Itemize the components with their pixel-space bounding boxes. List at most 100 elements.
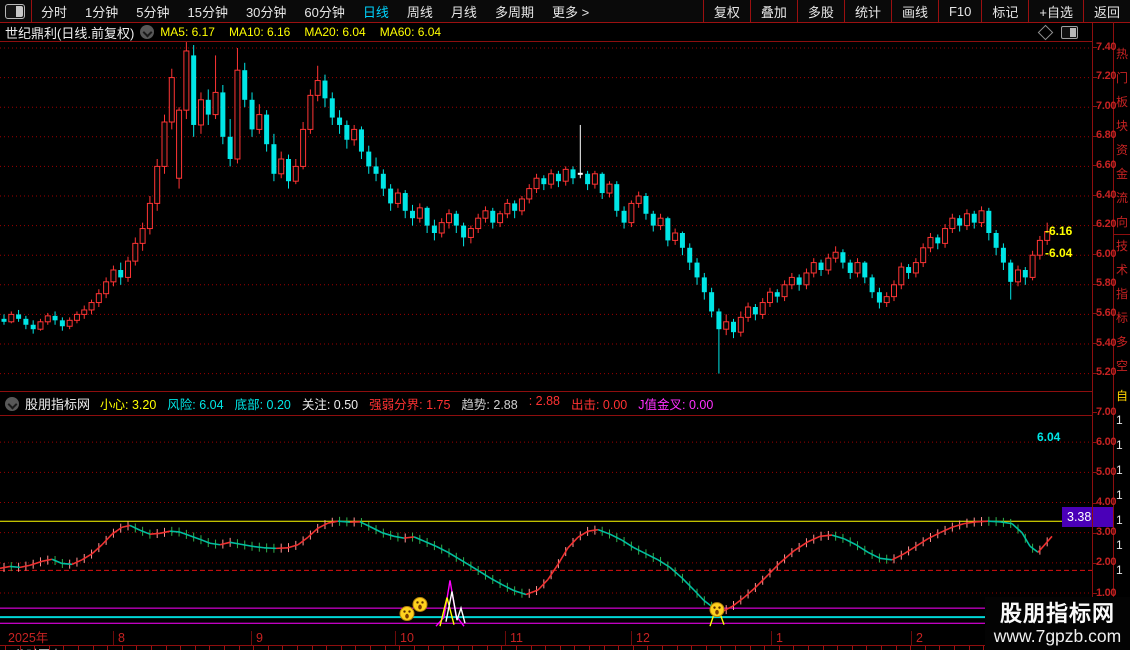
button-+自选[interactable]: +自选 bbox=[1028, 0, 1083, 22]
axis-tick bbox=[1092, 284, 1097, 285]
year-label: 2025年 bbox=[8, 631, 48, 645]
tab-日线[interactable]: 日线 bbox=[354, 2, 398, 21]
tab-多周期[interactable]: 多周期 bbox=[486, 2, 543, 21]
lower-indicator-panel[interactable] bbox=[0, 415, 1092, 630]
week-tick bbox=[151, 646, 152, 650]
main-axis-label: 6.00 bbox=[1096, 248, 1130, 260]
ma-value: MA10: 6.16 bbox=[229, 25, 290, 39]
tab-60分钟[interactable]: 60分钟 bbox=[295, 2, 353, 21]
button-统计[interactable]: 统计 bbox=[844, 0, 891, 22]
period-tabs: 分时1分钟5分钟15分钟30分钟60分钟日线周线月线多周期更多 > bbox=[32, 2, 598, 21]
axis-tick bbox=[1092, 503, 1097, 504]
indicator-field: 底部: 0.20 bbox=[235, 394, 291, 413]
sidebar-item-clipped[interactable]: 指 bbox=[1116, 288, 1130, 300]
week-tick bbox=[501, 646, 502, 650]
week-tick bbox=[662, 646, 663, 650]
tab-月线[interactable]: 月线 bbox=[442, 2, 486, 21]
diamond-icon[interactable] bbox=[1038, 24, 1054, 40]
main-axis-label: 6.60 bbox=[1096, 159, 1130, 171]
axis-tick bbox=[1092, 195, 1097, 196]
month-label: 8 bbox=[118, 631, 125, 645]
week-tick bbox=[326, 646, 327, 650]
week-tick bbox=[63, 646, 64, 650]
tab-更多 >[interactable]: 更多 > bbox=[543, 2, 598, 21]
month-tick bbox=[395, 631, 396, 645]
axis-tick bbox=[1092, 593, 1097, 594]
ma-value: MA5: 6.17 bbox=[160, 25, 215, 39]
week-tick bbox=[5, 646, 6, 650]
week-tick bbox=[93, 646, 94, 650]
main-axis-label: 5.80 bbox=[1096, 277, 1130, 289]
axis-tick bbox=[1092, 136, 1097, 137]
sidebar-item-clipped[interactable]: 资 bbox=[1116, 144, 1130, 156]
week-tick bbox=[166, 646, 167, 650]
button-返回[interactable]: 返回 bbox=[1083, 0, 1130, 22]
week-tick bbox=[122, 646, 123, 650]
tab-5分钟[interactable]: 5分钟 bbox=[127, 2, 178, 21]
lower-axis-label: 3.00 bbox=[1096, 526, 1130, 538]
week-tick bbox=[793, 646, 794, 650]
week-tick bbox=[881, 646, 882, 650]
axis-tick bbox=[1092, 412, 1097, 413]
main-axis-label: 6.40 bbox=[1096, 189, 1130, 201]
price-tag-604: -6.04 bbox=[1045, 246, 1072, 260]
tab-1分钟[interactable]: 1分钟 bbox=[76, 2, 127, 21]
week-tick bbox=[910, 646, 911, 650]
axis-tick bbox=[1092, 165, 1097, 166]
axis-tick bbox=[1092, 77, 1097, 78]
watermark: 股朋指标网 www.7gpzb.com bbox=[985, 597, 1130, 650]
symbol-title[interactable]: 世纪鼎利(日线.前复权) bbox=[5, 23, 134, 42]
week-tick bbox=[633, 646, 634, 650]
button-多股[interactable]: 多股 bbox=[797, 0, 844, 22]
window-icon[interactable] bbox=[5, 4, 25, 19]
axis-tick bbox=[1092, 47, 1097, 48]
week-tick bbox=[545, 646, 546, 650]
indicator-field: 风险: 6.04 bbox=[167, 394, 223, 413]
tab-30分钟[interactable]: 30分钟 bbox=[237, 2, 295, 21]
button-F10[interactable]: F10 bbox=[938, 0, 981, 22]
month-label: 11 bbox=[510, 631, 523, 645]
button-叠加[interactable]: 叠加 bbox=[750, 0, 797, 22]
tab-15分钟[interactable]: 15分钟 bbox=[178, 2, 236, 21]
week-tick bbox=[823, 646, 824, 650]
indicator-field: 强弱分界: 1.75 bbox=[369, 394, 450, 413]
week-tick bbox=[385, 646, 386, 650]
week-tick bbox=[677, 646, 678, 650]
axis-tick bbox=[1092, 343, 1097, 344]
emoji-face bbox=[710, 603, 724, 617]
week-tick bbox=[706, 646, 707, 650]
top-toolbar: 分时1分钟5分钟15分钟30分钟60分钟日线周线月线多周期更多 > 复权叠加多股… bbox=[0, 0, 1130, 23]
panel-toggle-icon[interactable] bbox=[1061, 26, 1078, 39]
button-复权[interactable]: 复权 bbox=[703, 0, 750, 22]
date-axis: 2025年 8910111212 bbox=[0, 631, 1092, 646]
axis-tick bbox=[1092, 373, 1097, 374]
toolbar-actions: 复权叠加多股统计画线F10标记+自选返回 bbox=[703, 0, 1130, 22]
main-axis-label: 7.20 bbox=[1096, 70, 1130, 82]
title-row: 世纪鼎利(日线.前复权) MA5: 6.17MA10: 6.16MA20: 6.… bbox=[0, 23, 1092, 41]
tab-周线[interactable]: 周线 bbox=[398, 2, 442, 21]
month-tick bbox=[251, 631, 252, 645]
week-tick bbox=[34, 646, 35, 650]
sidebar-divider bbox=[1114, 234, 1130, 235]
week-tick bbox=[750, 646, 751, 650]
chevron-down-icon[interactable] bbox=[140, 25, 154, 39]
button-画线[interactable]: 画线 bbox=[891, 0, 938, 22]
chevron-down-icon[interactable] bbox=[5, 397, 19, 411]
button-标记[interactable]: 标记 bbox=[981, 0, 1028, 22]
ma-values: MA5: 6.17MA10: 6.16MA20: 6.04MA60: 6.04 bbox=[160, 25, 455, 39]
sidebar-item-clipped[interactable]: 术 bbox=[1116, 264, 1130, 276]
indicator-field: 小心: 3.20 bbox=[100, 394, 156, 413]
week-tick bbox=[779, 646, 780, 650]
week-tick bbox=[399, 646, 400, 650]
week-tick bbox=[180, 646, 181, 650]
corner-icons bbox=[1040, 24, 1090, 40]
sidebar-item-favorites[interactable]: 自 bbox=[1116, 390, 1130, 402]
week-tick bbox=[604, 646, 605, 650]
main-candlestick-chart[interactable] bbox=[0, 41, 1092, 391]
week-tick bbox=[472, 646, 473, 650]
main-axis-label: 5.20 bbox=[1096, 366, 1130, 378]
sidebar-count: 1 bbox=[1116, 539, 1130, 551]
axis-tick bbox=[1092, 106, 1097, 107]
tab-分时[interactable]: 分时 bbox=[32, 2, 76, 21]
clipped-bottom-text: 分时图表 bbox=[14, 646, 174, 650]
